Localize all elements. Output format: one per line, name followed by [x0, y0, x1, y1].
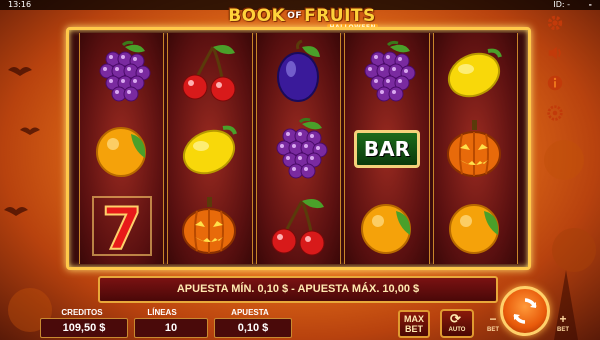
reels-frame: 7 BAR	[66, 27, 531, 270]
symbol-pumpkin	[434, 110, 517, 187]
autoplay-icon: ⟳	[450, 311, 461, 326]
settings-icon[interactable]	[544, 102, 566, 124]
symbol-orange	[345, 187, 428, 264]
symbol-pumpkin	[168, 187, 251, 264]
reel-3	[255, 33, 342, 264]
status-dash: -	[588, 0, 592, 9]
gear-icon[interactable]	[544, 12, 566, 34]
max-bet-button[interactable]: MAX BET	[398, 310, 430, 338]
bet-value[interactable]: 0,10 $	[214, 318, 292, 338]
logo-word-book: BOOK	[228, 6, 286, 26]
symbol-grapes	[80, 33, 163, 110]
reel-2	[167, 33, 253, 264]
symbol-lemon	[168, 110, 251, 187]
bet-increase-button[interactable]: + BET	[552, 312, 574, 338]
autoplay-label: AUTO	[448, 327, 466, 333]
symbol-seven: 7	[80, 187, 163, 264]
credits-label: CREDITOS	[61, 308, 103, 317]
bet-label: APUESTA	[231, 308, 269, 317]
credits-value: 109,50 $	[40, 318, 128, 338]
logo-word-fruits: FRUITS	[304, 6, 376, 26]
session-id: ID: -	[553, 0, 570, 9]
reel-5	[432, 33, 519, 264]
clock-time: 13:16	[8, 0, 32, 9]
bet-increase-label: BET	[557, 327, 569, 333]
bar-symbol-label: BAR	[353, 129, 420, 168]
bet-decrease-label: BET	[487, 327, 499, 333]
bet-limits-message: APUESTA MÍN. 0,10 $ - APUESTA MÁX. 10,00…	[98, 276, 498, 303]
symbol-grapes	[257, 110, 340, 187]
symbol-lemon	[434, 33, 517, 110]
symbol-plum	[257, 33, 340, 110]
spin-arrows-icon	[513, 298, 537, 324]
logo-word-of: OF	[287, 11, 303, 21]
lines-value[interactable]: 10	[134, 318, 208, 338]
sound-icon[interactable]	[544, 42, 566, 64]
side-menu	[544, 12, 568, 132]
lines-label: LÍNEAS	[147, 308, 177, 317]
plus-icon: +	[559, 312, 567, 326]
symbol-orange	[434, 187, 517, 264]
autoplay-button[interactable]: ⟳ AUTO	[440, 309, 474, 338]
reels-area: 7 BAR	[79, 33, 519, 264]
reel-1: 7	[79, 33, 165, 264]
reel-4: BAR	[344, 33, 430, 264]
symbol-orange	[80, 110, 163, 187]
symbol-cherries	[257, 187, 340, 264]
spin-button[interactable]	[500, 286, 550, 336]
symbol-bar: BAR	[345, 110, 428, 187]
symbol-grapes	[345, 33, 428, 110]
svg-text:7: 7	[102, 195, 142, 261]
symbol-cherries	[168, 33, 251, 110]
info-icon[interactable]	[544, 72, 566, 94]
background-bats	[4, 67, 52, 332]
